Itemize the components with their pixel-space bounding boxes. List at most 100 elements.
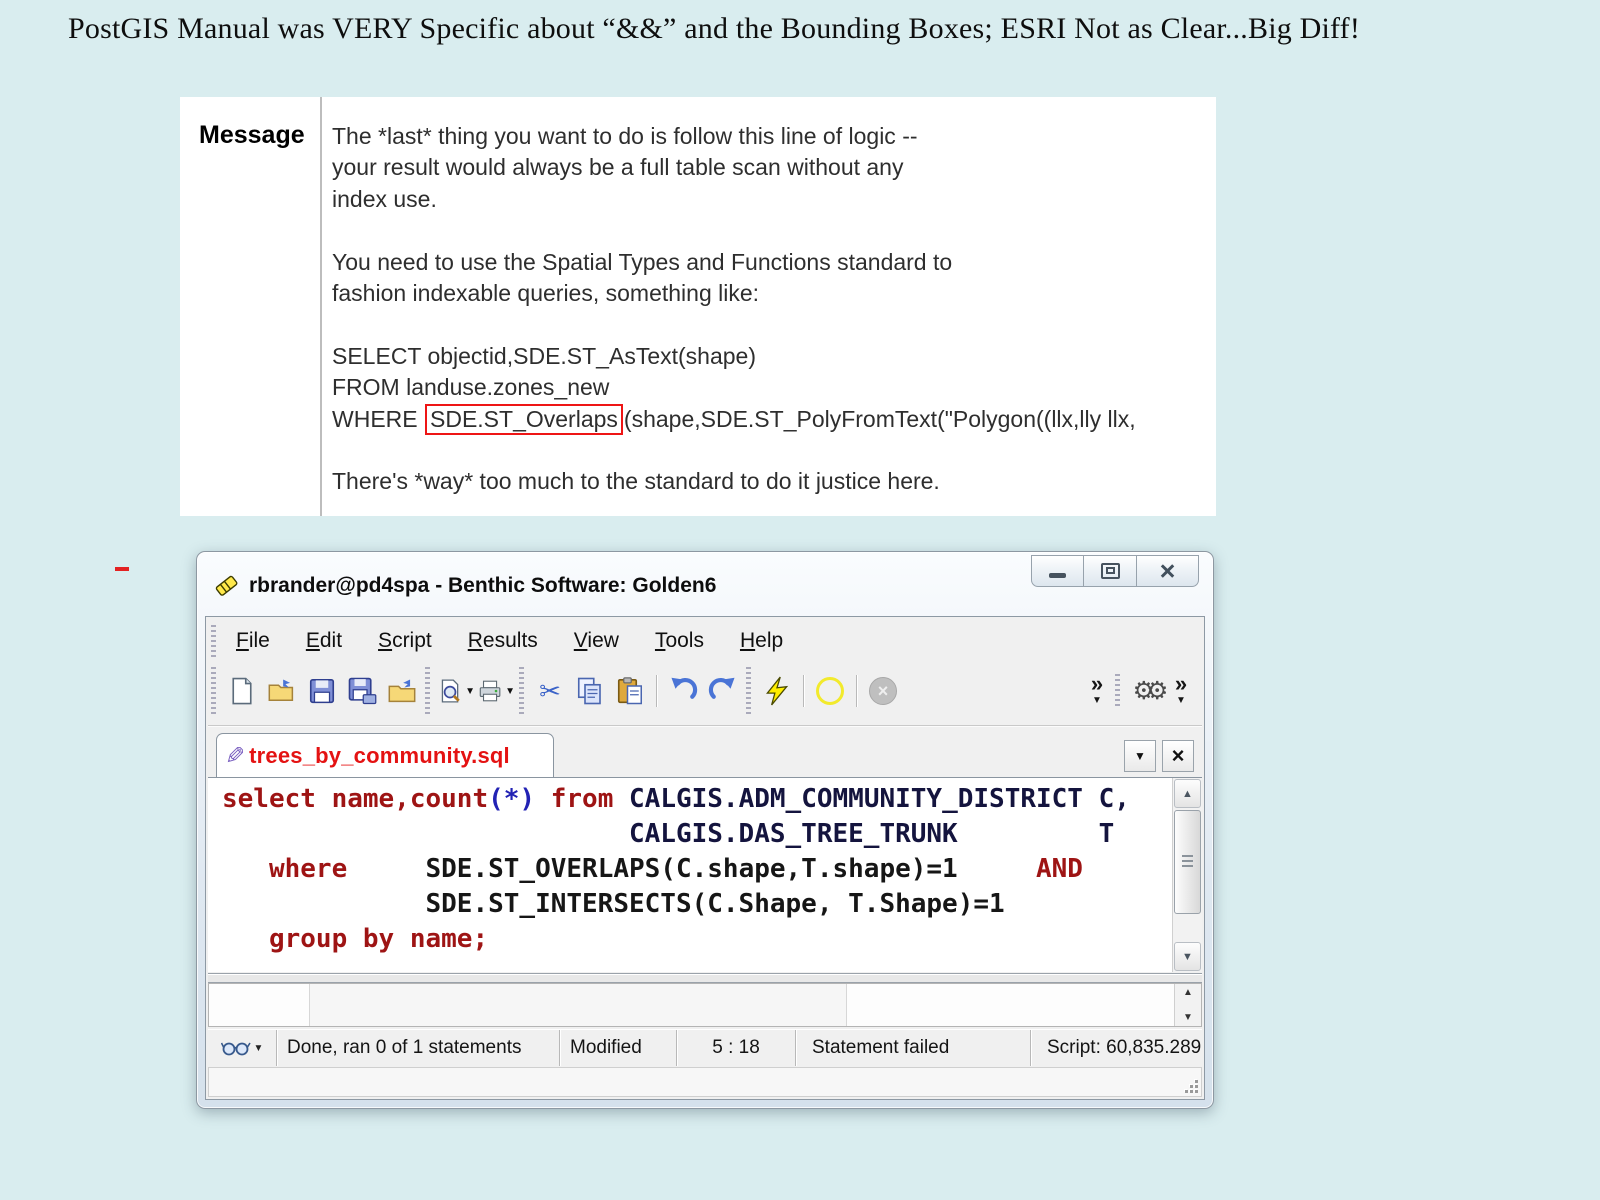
chevron-down-icon: ▼ [1092, 696, 1102, 706]
close-file-button[interactable] [383, 671, 421, 711]
chevron-down-icon: ▼ [1176, 696, 1186, 706]
new-file-button[interactable] [223, 671, 261, 711]
chevron-down-icon: ▼ [1134, 749, 1146, 763]
new-file-icon [227, 676, 257, 706]
describe-button[interactable]: ▼ [208, 1030, 276, 1066]
chevron-right-icon: » [1175, 676, 1187, 692]
status-bar: ▼ Done, ran 0 of 1 statements Modified 5… [208, 1029, 1202, 1066]
app-icon [213, 572, 239, 598]
scroll-down-button[interactable]: ▼ [1174, 942, 1201, 971]
redo-icon [708, 676, 738, 706]
open-file-button[interactable] [263, 671, 301, 711]
message-sql-line: SELECT objectid,SDE.ST_AsText(shape) [332, 341, 1216, 372]
cancel-statement-button[interactable]: × [864, 671, 902, 711]
resize-grip[interactable] [1183, 1078, 1199, 1094]
yellow-ring-icon [816, 677, 844, 705]
message-sql-where-line: WHERE SDE.ST_Overlaps(shape,SDE.ST_PolyF… [332, 404, 1216, 435]
redo-button[interactable] [704, 671, 742, 711]
restore-icon [1101, 563, 1120, 579]
open-folder-icon [267, 676, 297, 706]
save-all-icon [347, 676, 377, 706]
sql-editor-text[interactable]: select name,count(*) from CALGIS.ADM_COM… [222, 782, 1170, 972]
menu-item-results[interactable]: Results [454, 624, 552, 658]
status-message: Done, ran 0 of 1 statements [276, 1030, 559, 1066]
tab-list-button[interactable]: ▼ [1124, 740, 1156, 772]
stop-icon: × [869, 677, 897, 705]
slide-title: PostGIS Manual was VERY Specific about “… [68, 12, 1548, 46]
print-preview-button[interactable]: ▼ [437, 671, 475, 711]
cut-button[interactable]: ✂ [531, 671, 569, 711]
caption-buttons: × [1031, 555, 1199, 587]
toolbar-grip[interactable] [425, 667, 430, 715]
toolbar-grip[interactable] [211, 667, 216, 715]
results-pane: ▲ ▼ [208, 983, 1202, 1027]
chevron-down-icon[interactable]: ▼ [465, 686, 475, 697]
code-line: select name,count(*) from CALGIS.ADM_COM… [222, 782, 1170, 817]
save-button[interactable] [303, 671, 341, 711]
menu-item-help[interactable]: Help [726, 624, 797, 658]
menu-bar: FileEditScriptResultsViewToolsHelp [208, 621, 1202, 661]
menu-item-file[interactable]: File [222, 624, 284, 658]
tab-close-button[interactable]: × [1162, 740, 1194, 772]
toolbar-grip[interactable] [519, 667, 524, 715]
tab-trees-by-community[interactable]: ✎ trees_by_community.sql [216, 733, 554, 778]
bottom-panel [208, 1067, 1202, 1097]
tab-bar: ✎ trees_by_community.sql ▼ × [208, 725, 1202, 778]
folder-import-icon [387, 676, 417, 706]
editor-scrollbar[interactable]: ▲ ▼ [1172, 778, 1202, 972]
where-prefix: WHERE [332, 406, 424, 432]
toolbar-separator [656, 675, 657, 707]
menubar-grip[interactable] [211, 625, 216, 657]
toolbar-overflow-button[interactable]: » ▼ [1166, 671, 1196, 711]
gears-icon: ⚙⚙ [1128, 681, 1164, 701]
close-icon: × [1172, 743, 1185, 769]
copy-button[interactable] [571, 671, 609, 711]
close-button[interactable]: × [1137, 555, 1199, 587]
sql-editor[interactable]: select name,count(*) from CALGIS.ADM_COM… [208, 777, 1202, 972]
toolbar-grip[interactable] [746, 667, 751, 715]
chevron-down-icon[interactable]: ▼ [505, 686, 515, 697]
print-preview-icon [437, 676, 463, 706]
message-sql-line: FROM landuse.zones_new [332, 372, 1216, 403]
copy-icon [575, 676, 605, 706]
paste-button[interactable] [611, 671, 649, 711]
save-all-button[interactable] [343, 671, 381, 711]
undo-button[interactable] [664, 671, 702, 711]
code-line: CALGIS.DAS_TREE_TRUNK T [222, 817, 1170, 852]
message-label: Message [199, 121, 305, 150]
window-titlebar[interactable]: rbrander@pd4spa - Benthic Software: Gold… [197, 552, 1213, 616]
message-line: The *last* thing you want to do is follo… [332, 121, 1216, 152]
toolbar-overflow-button[interactable]: » ▼ [1082, 671, 1112, 711]
status-script-time: Script: 60,835.289 Secs [1030, 1030, 1202, 1066]
execute-button[interactable] [758, 671, 796, 711]
message-line: You need to use the Spatial Types and Fu… [332, 247, 1216, 278]
minimize-button[interactable] [1031, 555, 1084, 587]
menu-item-edit[interactable]: Edit [292, 624, 356, 658]
code-line: SDE.ST_INTERSECTS(C.Shape, T.Shape)=1 [222, 887, 1170, 922]
where-suffix: (shape,SDE.ST_PolyFromText("Polygon((llx… [624, 406, 1136, 432]
results-pane-scrollbar[interactable]: ▲ ▼ [1174, 984, 1201, 1026]
pane-splitter[interactable] [208, 973, 1202, 983]
up-arrow-icon: ▲ [1182, 788, 1193, 800]
menu-item-tools[interactable]: Tools [641, 624, 718, 658]
print-button[interactable]: ▼ [477, 671, 515, 711]
scroll-up-button[interactable]: ▲ [1174, 779, 1201, 808]
message-body: The *last* thing you want to do is follo… [332, 121, 1216, 516]
red-dash-annotation [115, 567, 129, 571]
restore-button[interactable] [1084, 555, 1137, 587]
message-panel: Message The *last* thing you want to do … [180, 97, 1216, 516]
window-client-area: FileEditScriptResultsViewToolsHelp ▼ [205, 616, 1205, 1100]
toolbar-right-group: » ▼ ⚙⚙ » ▼ [1082, 670, 1202, 712]
commit-button[interactable] [811, 671, 849, 711]
glasses-icon [221, 1039, 251, 1057]
blank-line [332, 309, 1216, 340]
menu-item-script[interactable]: Script [364, 624, 446, 658]
toolbar-grip[interactable] [1115, 674, 1120, 708]
tab-label: trees_by_community.sql [249, 743, 510, 769]
save-icon [307, 676, 337, 706]
menu-item-view[interactable]: View [560, 624, 633, 658]
chevron-right-icon: » [1091, 676, 1103, 692]
options-button[interactable]: ⚙⚙ [1127, 671, 1165, 711]
window-title: rbrander@pd4spa - Benthic Software: Gold… [249, 574, 716, 598]
scrollbar-thumb[interactable] [1174, 810, 1201, 914]
